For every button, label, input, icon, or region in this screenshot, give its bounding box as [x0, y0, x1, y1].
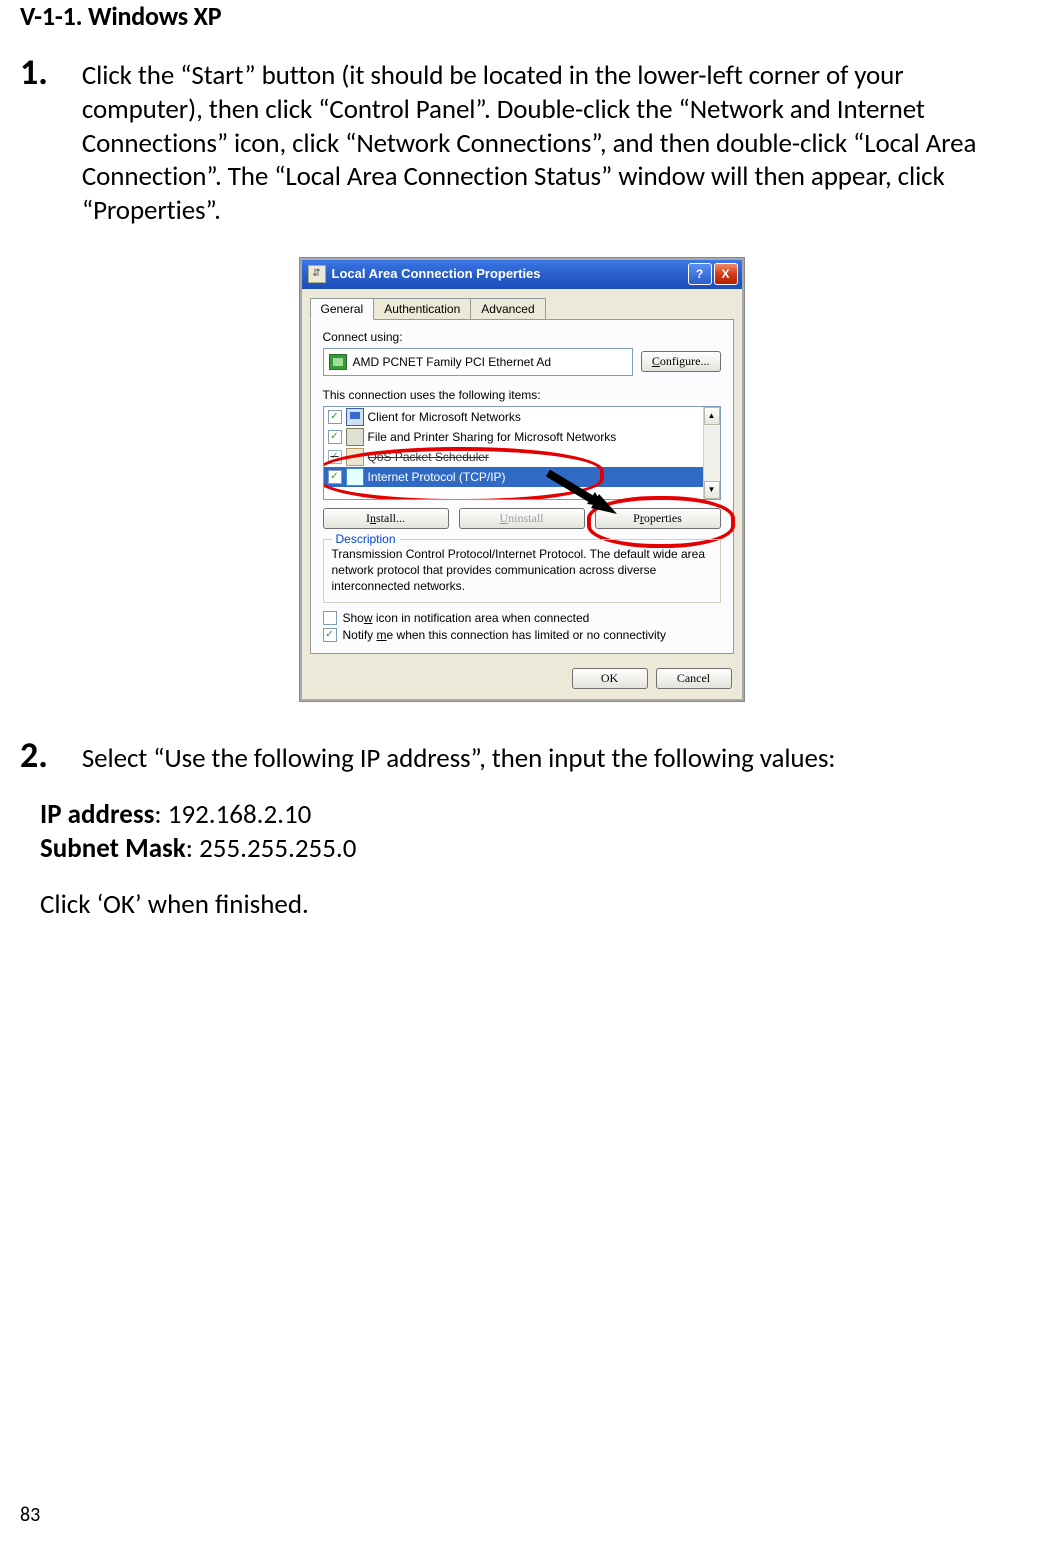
list-item-selected[interactable]: ✓ Internet Protocol (TCP/IP) [324, 467, 720, 487]
scrollbar[interactable]: ▲ ▼ [703, 407, 720, 499]
printer-icon [346, 428, 364, 446]
list-item[interactable]: ✓ File and Printer Sharing for Microsoft… [324, 427, 720, 447]
figure-xp-dialog: ⇵ Local Area Connection Properties ? X G… [20, 258, 1023, 702]
protocol-icon [346, 468, 364, 486]
page-number: 83 [20, 1503, 40, 1527]
uninstall-button[interactable]: Uninstall [459, 508, 585, 529]
notify-checkbox-row[interactable]: ✓ Notify me when this connection has lim… [323, 628, 721, 642]
xp-window: ⇵ Local Area Connection Properties ? X G… [300, 258, 744, 702]
checkbox-icon[interactable]: ✓ [328, 430, 342, 444]
connect-using-label: Connect using: [323, 330, 721, 344]
scheduler-icon [346, 448, 364, 466]
checkbox-icon[interactable] [323, 611, 337, 625]
item-label: Client for Microsoft Networks [368, 410, 521, 424]
items-label: This connection uses the following items… [323, 388, 721, 402]
scroll-up-icon[interactable]: ▲ [704, 407, 720, 425]
adapter-field[interactable]: AMD PCNET Family PCI Ethernet Ad [323, 348, 633, 376]
item-label: QoS Packet Scheduler [368, 450, 489, 464]
checkbox-icon[interactable]: ✓ [328, 410, 342, 424]
xp-titlebar: ⇵ Local Area Connection Properties ? X [302, 260, 742, 289]
tab-advanced[interactable]: Advanced [470, 298, 545, 320]
show-icon-checkbox-row[interactable]: Show icon in notification area when conn… [323, 611, 721, 625]
client-icon [346, 408, 364, 426]
scroll-down-icon[interactable]: ▼ [704, 481, 720, 499]
properties-button[interactable]: Properties [595, 508, 721, 529]
cancel-button[interactable]: Cancel [656, 668, 732, 689]
list-item[interactable]: ✓ QoS Packet Scheduler [324, 447, 720, 467]
window-title: Local Area Connection Properties [332, 266, 688, 281]
item-label: Internet Protocol (TCP/IP) [368, 470, 506, 484]
step-1-number: 1. [20, 54, 48, 90]
close-button[interactable]: X [714, 263, 738, 285]
subnet-mask-line: Subnet Mask: 255.255.255.0 [40, 832, 1023, 866]
ok-button[interactable]: OK [572, 668, 648, 689]
configure-label: onfigure... [660, 354, 710, 368]
checkbox-icon[interactable]: ✓ [328, 450, 342, 464]
checkbox-icon[interactable]: ✓ [323, 628, 337, 642]
notify-label: Notify me when this connection has limit… [343, 628, 667, 642]
tab-authentication[interactable]: Authentication [373, 298, 471, 320]
help-button[interactable]: ? [688, 263, 712, 285]
description-legend: Description [332, 532, 400, 546]
step-2-number: 2. [20, 737, 48, 773]
step-2-text: Select “Use the following IP address”, t… [82, 742, 1023, 776]
window-icon: ⇵ [308, 265, 326, 283]
tab-panel-general: Connect using: AMD PCNET Family PCI Ethe… [310, 319, 734, 655]
ip-address-line: IP address: 192.168.2.10 [40, 798, 1023, 832]
adapter-name: AMD PCNET Family PCI Ethernet Ad [353, 355, 552, 369]
nic-icon [329, 354, 347, 370]
checkbox-icon[interactable]: ✓ [328, 470, 342, 484]
step-2-tail: Click ‘OK’ when finished. [40, 888, 1023, 922]
configure-button[interactable]: Configure... [641, 351, 721, 372]
section-heading: V-1-1. Windows XP [20, 0, 1023, 32]
show-icon-label: Show icon in notification area when conn… [343, 611, 590, 625]
tab-general[interactable]: General [310, 298, 375, 320]
install-button[interactable]: Install... [323, 508, 449, 529]
list-item[interactable]: ✓ Client for Microsoft Networks [324, 407, 720, 427]
step-2: 2. Select “Use the following IP address”… [20, 737, 1023, 921]
step-1: 1. Click the “Start” button (it should b… [20, 54, 1023, 701]
items-listbox[interactable]: ✓ Client for Microsoft Networks ✓ File a… [323, 406, 721, 500]
step-1-text: Click the “Start” button (it should be l… [82, 59, 1023, 228]
description-text: Transmission Control Protocol/Internet P… [332, 546, 712, 595]
item-label: File and Printer Sharing for Microsoft N… [368, 430, 617, 444]
description-group: Description Transmission Control Protoco… [323, 539, 721, 604]
tabstrip: General Authentication Advanced [302, 289, 742, 319]
